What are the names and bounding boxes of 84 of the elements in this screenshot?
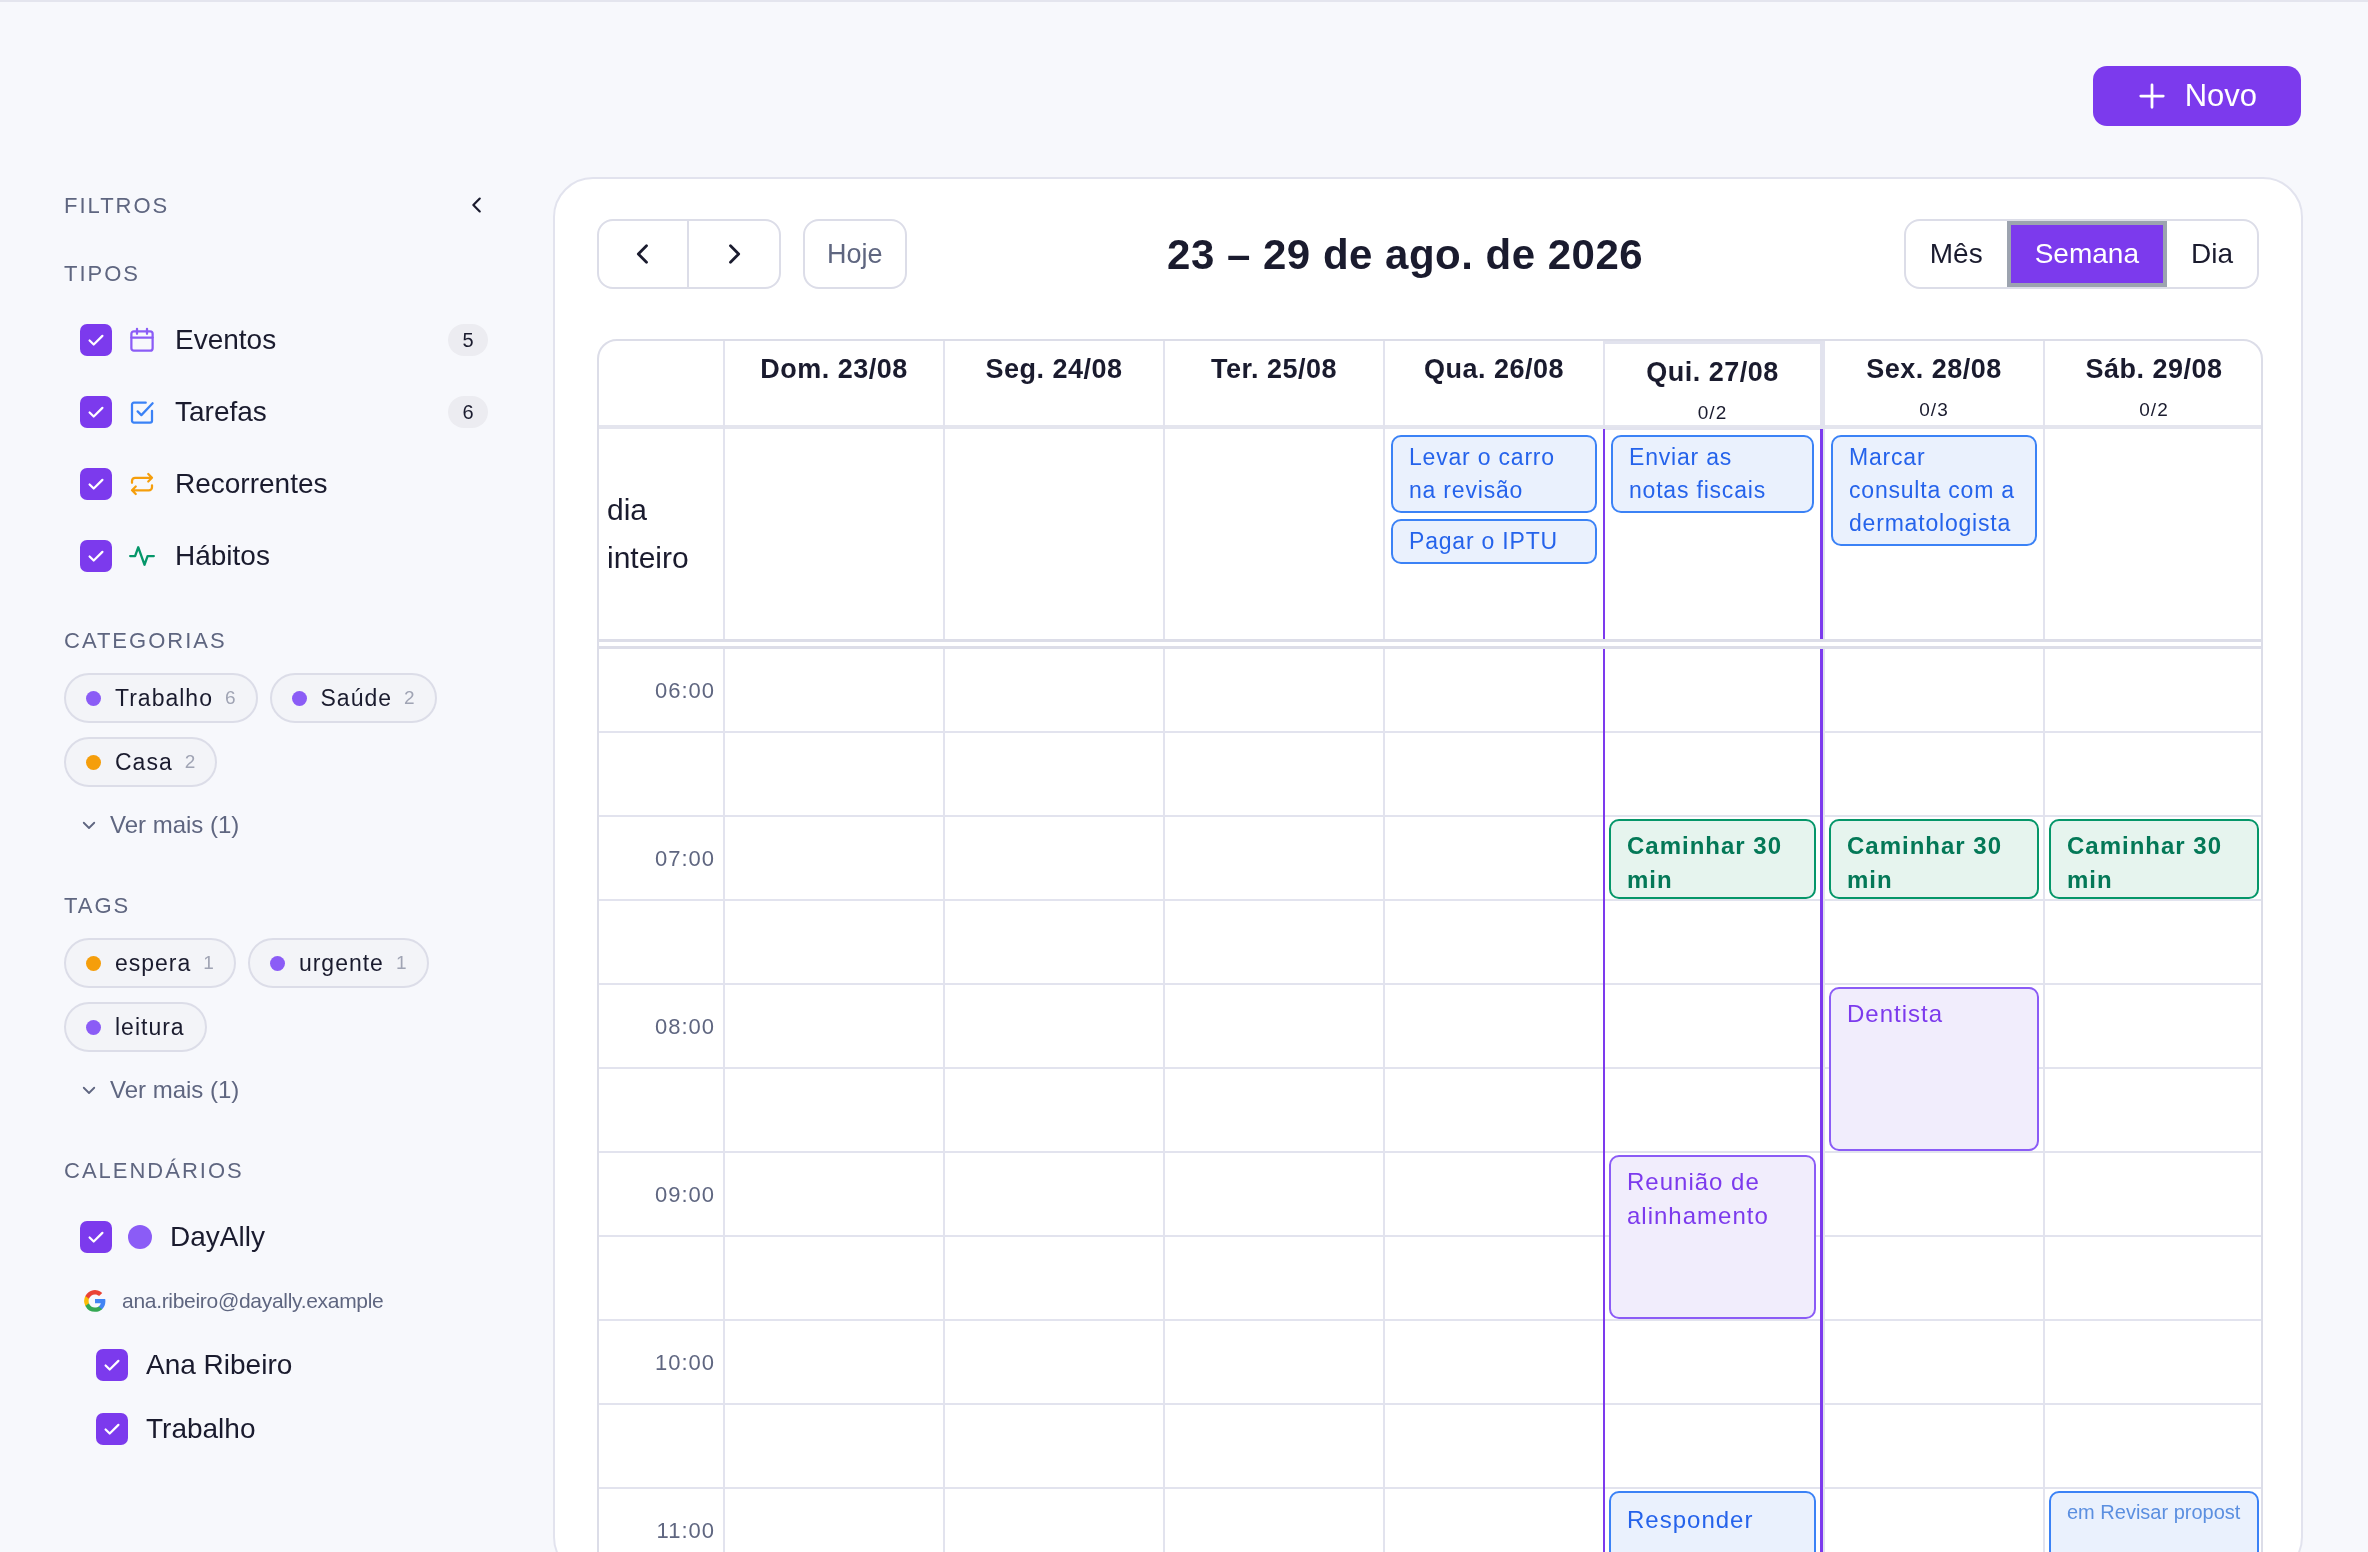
day-label: Qua. 26/08 [1423,353,1565,386]
calendar-icon [127,325,157,355]
all-day-event[interactable]: Marcar consulta com a dermatologista [1831,435,2037,546]
progress-count: 0/2 [2139,397,2169,422]
habit-event[interactable]: Caminhar 30 min [2049,819,2259,899]
day-label: Sáb. 29/08 [2085,353,2223,386]
time-label: 10:00 [654,1348,715,1377]
chip-count: 1 [203,950,214,975]
filter-chip[interactable]: Saúde 2 [269,673,437,723]
chip-label: leitura [115,1012,185,1042]
progress-count: 0/3 [1919,397,1949,422]
chip-label: espera [115,948,192,978]
habit-event[interactable]: Caminhar 30 min [1829,819,2039,899]
event-title: Caminhar 30 min [1627,831,1784,895]
chip-count: 2 [404,685,415,710]
filter-chip[interactable]: Casa 2 [64,737,218,787]
chip-label: Casa [115,747,173,777]
chip-label: Trabalho [115,683,213,713]
day-label: Dom. 23/08 [760,353,908,386]
new-button[interactable]: Novo [2092,66,2301,126]
calendar-label: Trabalho [146,1412,256,1446]
see-more-link[interactable]: Ver mais (1) [80,1072,488,1108]
checkbox[interactable] [96,1413,128,1445]
checkbox[interactable] [80,396,112,428]
today-button[interactable]: Hoje [803,219,907,289]
view-tab[interactable]: Semana [2006,221,2167,287]
calendar-event[interactable]: Dentista [1829,987,2039,1151]
view-tab[interactable]: Mês [1905,221,2007,287]
event-title: Reunião de alinhamento [1627,1167,1770,1231]
time-label: 08:00 [654,1012,715,1041]
filter-chip[interactable]: espera 1 [64,938,236,988]
calendar-label: Ana Ribeiro [146,1348,293,1382]
filters-heading: FILTROS [64,191,170,220]
time-label: 06:00 [654,676,715,705]
habit-event[interactable]: Caminhar 30 min [1609,819,1816,899]
section-heading: TIPOS [64,260,141,288]
google-icon [82,1288,108,1314]
day-label: Sex. 28/08 [1866,353,2002,386]
event-title: Responder [1627,1505,1755,1535]
filter-chip[interactable]: leitura [64,1002,207,1052]
all-day-event[interactable]: Levar o carro na revisão [1391,435,1597,513]
calendar-label: DayAlly [170,1220,265,1254]
checkbox[interactable] [80,540,112,572]
calendar-event[interactable]: Reunião de alinhamento [1609,1155,1816,1319]
chip-count: 1 [395,950,407,975]
event-note: em Revisar propost [2067,1500,2241,1525]
count-badge: 5 [448,324,488,356]
time-label: 09:00 [654,1180,715,1209]
type-label: Eventos [175,323,278,357]
progress-count: 0/2 [1697,400,1728,425]
date-range-title: 23 – 29 de ago. de 2026 [1167,229,1644,280]
checkbox[interactable] [80,324,112,356]
see-more-link[interactable]: Ver mais (1) [80,807,488,843]
type-label: Hábitos [175,539,271,573]
section-heading: CATEGORIAS [64,627,228,655]
chip-label: Saúde [320,683,393,713]
event-title: Caminhar 30 min [2067,831,2224,895]
all-day-label: dia inteiro [607,492,690,576]
day-label: Qui. 27/08 [1646,356,1779,389]
section-heading: CALENDÁRIOS [64,1157,245,1185]
type-label: Recorrentes [175,467,329,501]
count-badge: 6 [448,396,488,428]
section-heading: TAGS [64,892,132,920]
day-label: Seg. 24/08 [985,353,1123,386]
checkbox[interactable] [96,1349,128,1381]
account-email: ana.ribeiro@dayally.example [122,1288,384,1315]
all-day-event[interactable]: Enviar as notas fiscais [1611,435,1814,513]
event-title: Dentista [1847,999,1945,1029]
task-event[interactable]: em Revisar propost [2049,1491,2259,1552]
task-event[interactable]: Responder [1609,1491,1816,1552]
time-label: 07:00 [654,844,715,873]
all-day-event[interactable]: Pagar o IPTU [1391,519,1597,564]
type-label: Tarefas [175,395,268,429]
filter-chip[interactable]: Trabalho 6 [64,673,258,723]
time-label: 11:00 [656,1516,715,1545]
chip-count: 2 [184,749,196,774]
checkbox[interactable] [80,468,112,500]
filter-chip[interactable]: urgente 1 [247,938,429,988]
view-tab[interactable]: Dia [2167,221,2257,287]
day-label: Ter. 25/08 [1210,353,1338,386]
chip-label: urgente [298,948,384,978]
event-title: Caminhar 30 min [1847,831,2004,895]
checkbox[interactable] [80,1221,112,1253]
chip-count: 6 [224,685,236,710]
